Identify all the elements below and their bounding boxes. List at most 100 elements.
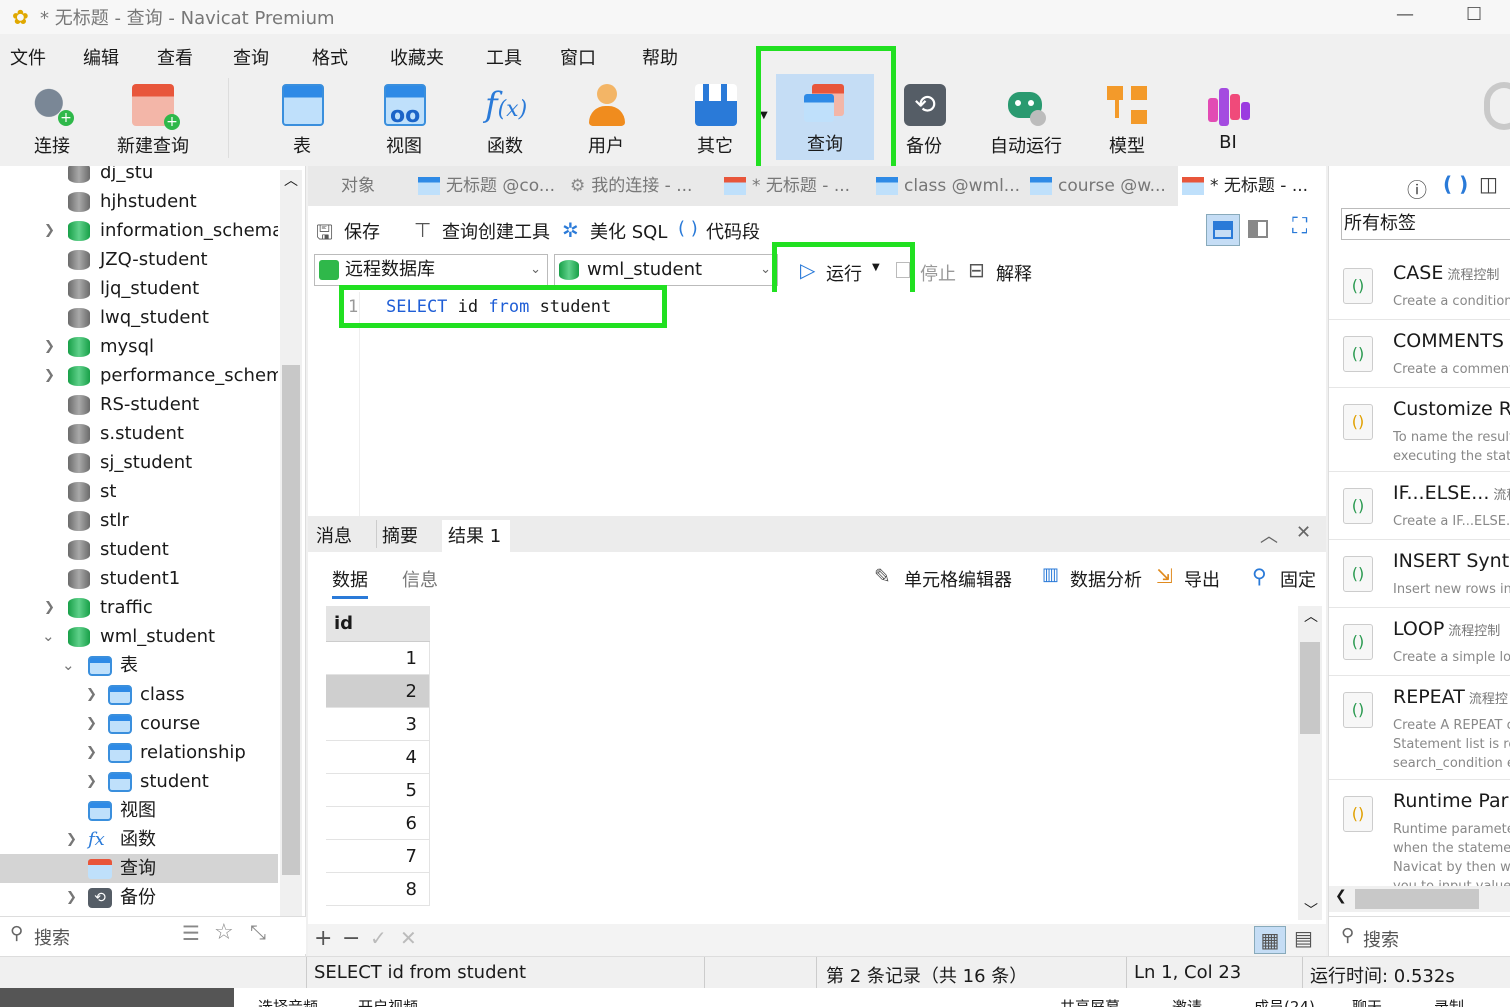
tab-current-query[interactable]: * 无标题 - ...: [1178, 166, 1326, 206]
snippet-item[interactable]: () COMMENTS Create a comment: [1329, 320, 1510, 388]
pin-icon[interactable]: ⚲: [1252, 564, 1267, 588]
chevron-right-icon[interactable]: ❯: [86, 680, 97, 709]
grid-scrollbar[interactable]: ︿ ﹀: [1298, 606, 1322, 920]
query-builder-button[interactable]: 查询创建工具: [442, 218, 550, 244]
tree-item[interactable]: ❯ traffic: [0, 593, 278, 622]
fullscreen-icon[interactable]: ⛶: [1292, 214, 1307, 239]
apply-icon[interactable]: ✓: [370, 926, 387, 950]
tree-item[interactable]: stlr: [0, 506, 278, 535]
explain-button[interactable]: 解释: [996, 260, 1032, 286]
table-cell[interactable]: 2: [326, 675, 430, 708]
data-analysis-icon[interactable]: ▥: [1042, 564, 1059, 585]
chevron-right-icon[interactable]: ❯: [66, 825, 77, 854]
snippet-item[interactable]: () INSERT Synt Insert new rows int: [1329, 540, 1510, 608]
chevron-down-icon[interactable]: ⌄: [42, 622, 55, 651]
tree-item-table[interactable]: ❯ relationship: [0, 738, 278, 767]
table-cell[interactable]: 1: [326, 642, 430, 675]
tag-filter-select[interactable]: 所有标签: [1341, 208, 1510, 240]
sidebar-search[interactable]: ⚲ 搜索 ☰ ☆ ⤡: [0, 916, 306, 954]
save-button[interactable]: 保存: [344, 218, 380, 244]
tree-item[interactable]: lwq_student: [0, 303, 278, 332]
new-query-button[interactable]: + 新建查询: [112, 76, 194, 162]
close-icon[interactable]: ✕: [1296, 522, 1311, 543]
snippet-item[interactable]: () Customize R To name the result executing…: [1329, 388, 1510, 472]
snippet-item[interactable]: ()IF...ELSE...流程Create a IF...ELSE...: [1329, 472, 1510, 540]
scroll-left-icon[interactable]: ❮: [1335, 888, 1347, 904]
menu-favorites[interactable]: 收藏夹: [390, 44, 444, 70]
layout-side-icon[interactable]: [1242, 214, 1276, 246]
snippet-icon[interactable]: ( ): [1443, 172, 1468, 196]
beautify-icon[interactable]: ✲: [562, 218, 579, 242]
snippet-item[interactable]: () REPEAT 流程控 Create A REPEAT c Statement li…: [1329, 676, 1510, 780]
save-icon[interactable]: 🖫: [316, 218, 333, 252]
info-icon[interactable]: ⓘ: [1407, 174, 1427, 203]
view-button[interactable]: oo 视图: [364, 76, 444, 162]
collapse-icon[interactable]: ⤡: [250, 920, 266, 944]
tab-data[interactable]: 数据: [332, 566, 368, 599]
tree-item[interactable]: st: [0, 477, 278, 506]
scroll-up-icon[interactable]: ︿: [1304, 606, 1318, 626]
stop-button[interactable]: 停止: [920, 260, 956, 286]
table-cell[interactable]: 5: [326, 774, 430, 807]
data-analysis-button[interactable]: 数据分析: [1070, 566, 1142, 592]
layout-split-icon[interactable]: [1206, 214, 1240, 246]
minimize-icon[interactable]: —: [1396, 4, 1414, 25]
tab-result-1[interactable]: 结果 1: [448, 522, 501, 548]
menu-file[interactable]: 文件: [10, 44, 46, 70]
tab-summary[interactable]: 摘要: [382, 522, 418, 548]
column-header-id[interactable]: id: [326, 606, 430, 642]
tab-query[interactable]: * 无标题 - ...: [720, 166, 868, 206]
taskbar-item[interactable]: 共享屏幕: [1060, 996, 1120, 1007]
table-cell[interactable]: 8: [326, 873, 430, 906]
scroll-thumb[interactable]: [1300, 642, 1320, 734]
tree-item-wml-student[interactable]: ⌄ wml_student: [0, 622, 278, 651]
tab-table-course[interactable]: course @w...: [1026, 166, 1176, 206]
tree-item[interactable]: sj_student: [0, 448, 278, 477]
table-button[interactable]: 表: [262, 76, 342, 162]
user-button[interactable]: 用户: [566, 76, 646, 162]
chevron-right-icon[interactable]: ❯: [66, 883, 77, 910]
filter-icon[interactable]: ☰: [182, 921, 200, 945]
function-button[interactable]: f(x) 函数: [465, 76, 545, 162]
tree-item-functions[interactable]: ❯ fx 函数: [0, 825, 278, 854]
server-select[interactable]: 远程数据库 ⌄: [314, 254, 548, 286]
maximize-icon[interactable]: ☐: [1466, 4, 1482, 25]
export-button[interactable]: 导出: [1184, 566, 1220, 592]
chevron-right-icon[interactable]: ❯: [44, 361, 55, 390]
tree-item[interactable]: student: [0, 535, 278, 564]
tree-item-table[interactable]: ❯ student: [0, 767, 278, 796]
table-cell[interactable]: 3: [326, 708, 430, 741]
database-select[interactable]: wml_student ⌄: [554, 254, 778, 286]
tree-item[interactable]: ❯ mysql: [0, 332, 278, 361]
panel-search[interactable]: ⚲ 搜索: [1329, 916, 1510, 956]
cell-editor-icon[interactable]: ✎: [874, 564, 891, 588]
tree-item-tables[interactable]: ⌄ 表: [0, 651, 278, 680]
snippet-item[interactable]: () Runtime Par Runtime parameter when the s…: [1329, 780, 1510, 886]
tree-item[interactable]: JZQ-student: [0, 245, 278, 274]
tree-item[interactable]: ❯ information_schema: [0, 216, 278, 245]
add-row-icon[interactable]: +: [314, 926, 332, 951]
tree-item[interactable]: hjhstudent: [0, 187, 278, 216]
tree-item-table[interactable]: ❯ course: [0, 709, 278, 738]
auto-run-button[interactable]: 自动运行: [984, 76, 1068, 162]
cell-editor-button[interactable]: 单元格编辑器: [904, 566, 1012, 592]
tree-item[interactable]: student1: [0, 564, 278, 593]
taskbar-item[interactable]: 邀请: [1172, 996, 1202, 1007]
delete-row-icon[interactable]: −: [342, 926, 360, 951]
tab-messages[interactable]: 消息: [316, 522, 352, 548]
menu-query[interactable]: 查询: [233, 44, 269, 70]
grid-view-icon[interactable]: ▦: [1254, 926, 1286, 954]
chevron-right-icon[interactable]: ❯: [86, 738, 97, 767]
scroll-thumb[interactable]: [1355, 889, 1479, 909]
tree-item-table[interactable]: ❯ class: [0, 680, 278, 709]
snippet-icon[interactable]: ( ): [678, 218, 698, 239]
table-cell[interactable]: 7: [326, 840, 430, 873]
tree-item[interactable]: RS-student: [0, 390, 278, 419]
taskbar-item[interactable]: 成员(24): [1254, 996, 1315, 1007]
table-cell[interactable]: 4: [326, 741, 430, 774]
tab-table-class[interactable]: class @wml...: [872, 166, 1022, 206]
snippet-item[interactable]: ()CASE流程控制Create a conditional: [1329, 252, 1510, 320]
panel-search-input[interactable]: 搜索: [1363, 926, 1399, 952]
tree-item[interactable]: dj_stu: [0, 166, 278, 187]
bi-button[interactable]: BI: [1188, 76, 1268, 162]
